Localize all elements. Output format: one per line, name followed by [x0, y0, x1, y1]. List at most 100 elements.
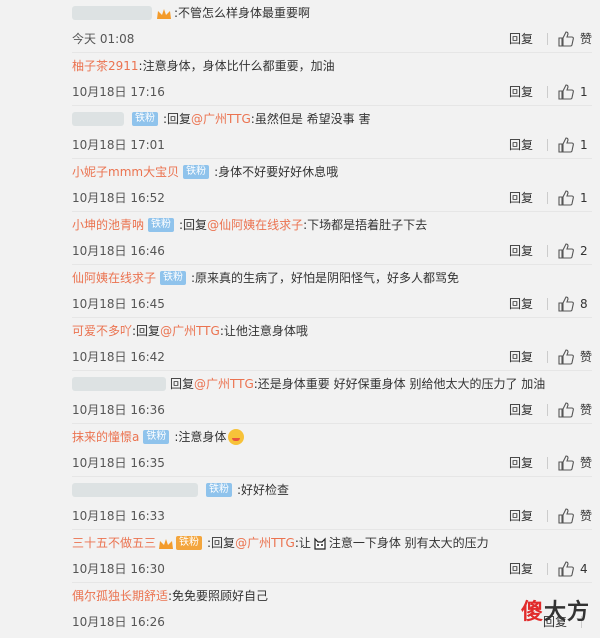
comment-time: 10月18日 16:30 — [72, 562, 165, 576]
like-count[interactable]: 1 — [580, 189, 592, 207]
mention-link[interactable]: @广州TTG — [194, 375, 254, 393]
fan-badge: 铁粉 — [160, 271, 187, 285]
comment-username[interactable]: 柚子茶2911 — [72, 57, 139, 75]
vip-crown-icon — [158, 537, 174, 549]
mention-link[interactable]: @广州TTG — [235, 534, 295, 552]
comment-text: :还是身体重要 好好保重身体 别给他太大的压力了 加油 — [253, 377, 546, 391]
reply-prefix: :回复 — [132, 324, 161, 338]
fan-badge: 铁粉 — [143, 430, 170, 444]
watermark-part2: 大方 — [543, 600, 590, 625]
comment-time: 10月18日 16:52 — [72, 191, 165, 205]
comment-text: :免免要照顾好自己 — [168, 589, 269, 603]
reply-button[interactable]: 回复 — [509, 295, 533, 313]
like-count[interactable]: 4 — [580, 560, 592, 578]
comment-time: 10月18日 16:33 — [72, 509, 165, 523]
thumbs-up-icon[interactable] — [558, 296, 574, 312]
thumbs-up-icon[interactable] — [558, 561, 574, 577]
like-count[interactable]: 赞 — [580, 401, 592, 419]
comment-username[interactable]: 三十五不做五三 — [72, 534, 156, 552]
reply-button[interactable]: 回复 — [509, 454, 533, 472]
reply-button[interactable]: 回复 — [509, 242, 533, 260]
comment-username[interactable]: 偶尔孤独长期舒适 — [72, 587, 168, 605]
like-count[interactable]: 8 — [580, 295, 592, 313]
comment-item: 抹来的憧憬a 铁粉 :注意身体 10月18日 16:35 回复 赞 — [72, 424, 592, 477]
fan-badge: 铁粉 — [132, 112, 158, 126]
comment-username[interactable]: 仙阿姨在线求子 — [72, 269, 156, 287]
fan-badge: 铁粉 — [176, 536, 203, 550]
comment-text: :原来真的生病了，好怕是阴阳怪气，好多人都骂免 — [191, 271, 460, 285]
thumbs-up-icon[interactable] — [558, 508, 574, 524]
comment-time: 10月18日 16:26 — [72, 615, 165, 629]
reply-button[interactable]: 回复 — [509, 560, 533, 578]
comment-time: 10月18日 16:36 — [72, 403, 165, 417]
comment-item: :不管怎么样身体最重要啊 今天 01:08 回复 赞 — [72, 0, 592, 53]
thumbs-up-icon[interactable] — [558, 402, 574, 418]
reply-prefix: :回复 — [179, 218, 208, 232]
reply-button[interactable]: 回复 — [509, 30, 533, 48]
comment-item: 可爱不多吖 :回复 @广州TTG :让他注意身体哦 10月18日 16:42 回… — [72, 318, 592, 371]
comment-item: 小妮子mmm大宝贝 铁粉 :身体不好要好好休息哦 10月18日 16:52 回复… — [72, 159, 592, 212]
comment-item: 偶尔孤独长期舒适 :免免要照顾好自己 10月18日 16:26 回复 — [72, 583, 592, 636]
like-count[interactable]: 赞 — [580, 30, 592, 48]
comment-username[interactable]: 小妮子mmm大宝贝 — [72, 163, 179, 181]
like-count[interactable]: 赞 — [580, 454, 592, 472]
fan-badge: 铁粉 — [148, 218, 175, 232]
comment-text: :不管怎么样身体最重要啊 — [174, 6, 311, 20]
fan-badge: 铁粉 — [183, 165, 210, 179]
reply-button[interactable]: 回复 — [509, 189, 533, 207]
like-count[interactable]: 1 — [580, 136, 592, 154]
cat-emoji-icon — [313, 536, 327, 550]
comment-text: :注意身体 — [174, 430, 227, 444]
comment-text: :好好检查 — [237, 483, 290, 497]
comment-text: :下场都是捂着肚子下去 — [303, 218, 428, 232]
emoji-icon — [228, 429, 245, 445]
blurred-username — [72, 112, 124, 126]
vip-crown-icon — [156, 7, 172, 19]
thumbs-up-icon[interactable] — [558, 31, 574, 47]
thumbs-up-icon[interactable] — [558, 349, 574, 365]
fan-badge: 铁粉 — [206, 483, 232, 497]
comment-username[interactable]: 可爱不多吖 — [72, 322, 132, 340]
reply-prefix: 回复 — [170, 377, 195, 391]
thumbs-up-icon[interactable] — [558, 455, 574, 471]
comment-item: 回复 @广州TTG :还是身体重要 好好保重身体 别给他太大的压力了 加油 10… — [72, 371, 592, 424]
reply-button[interactable]: 回复 — [509, 83, 533, 101]
thumbs-up-icon[interactable] — [558, 190, 574, 206]
comment-username[interactable]: 小坤的池青呐 — [72, 216, 144, 234]
comment-item: 仙阿姨在线求子 铁粉 :原来真的生病了，好怕是阴阳怪气，好多人都骂免 10月18… — [72, 265, 592, 318]
like-count[interactable]: 赞 — [580, 507, 592, 525]
reply-button[interactable]: 回复 — [509, 401, 533, 419]
comment-time: 10月18日 16:45 — [72, 297, 165, 311]
comment-time: 10月18日 17:01 — [72, 138, 165, 152]
comment-list: :不管怎么样身体最重要啊 今天 01:08 回复 赞 柚子茶2911 :注意身体… — [62, 0, 600, 638]
reply-button[interactable]: 回复 — [509, 136, 533, 154]
comment-time: 10月18日 16:35 — [72, 456, 165, 470]
comment-text-continued: 注意一下身体 别有太大的压力 — [328, 536, 489, 550]
comment-username[interactable]: 抹来的憧憬a — [72, 428, 139, 446]
reply-prefix: :回复 — [163, 112, 192, 126]
like-count[interactable]: 2 — [580, 242, 592, 260]
comment-text: :让他注意身体哦 — [219, 324, 308, 338]
mention-link[interactable]: @仙阿姨在线求子 — [207, 216, 303, 234]
comment-time: 10月18日 16:46 — [72, 244, 165, 258]
watermark-part1: 傻 — [520, 600, 544, 625]
comment-item: 铁粉 :回复 @广州TTG :虽然但是 希望没事 害 10月18日 17:01 … — [72, 106, 592, 159]
comment-item: 柚子茶2911 :注意身体，身体比什么都重要，加油 10月18日 17:16 回… — [72, 53, 592, 106]
mention-link[interactable]: @广州TTG — [191, 110, 251, 128]
like-count[interactable]: 1 — [580, 83, 592, 101]
reply-button[interactable]: 回复 — [509, 348, 533, 366]
comment-text: :身体不好要好好休息哦 — [214, 165, 339, 179]
thumbs-up-icon[interactable] — [558, 137, 574, 153]
like-count[interactable]: 赞 — [580, 348, 592, 366]
reply-button[interactable]: 回复 — [509, 507, 533, 525]
reply-prefix: :回复 — [207, 536, 236, 550]
comment-item: 铁粉 :好好检查 10月18日 16:33 回复 赞 — [72, 477, 592, 530]
comment-text: :注意身体，身体比什么都重要，加油 — [138, 59, 335, 73]
thumbs-up-icon[interactable] — [558, 84, 574, 100]
comment-text: :虽然但是 希望没事 害 — [250, 112, 371, 126]
mention-link[interactable]: @广州TTG — [160, 322, 220, 340]
thumbs-up-icon[interactable] — [558, 243, 574, 259]
comment-text: :让 — [294, 536, 311, 550]
comment-item: 小坤的池青呐 铁粉 :回复 @仙阿姨在线求子 :下场都是捂着肚子下去 10月18… — [72, 212, 592, 265]
comment-time: 今天 01:08 — [72, 32, 135, 46]
